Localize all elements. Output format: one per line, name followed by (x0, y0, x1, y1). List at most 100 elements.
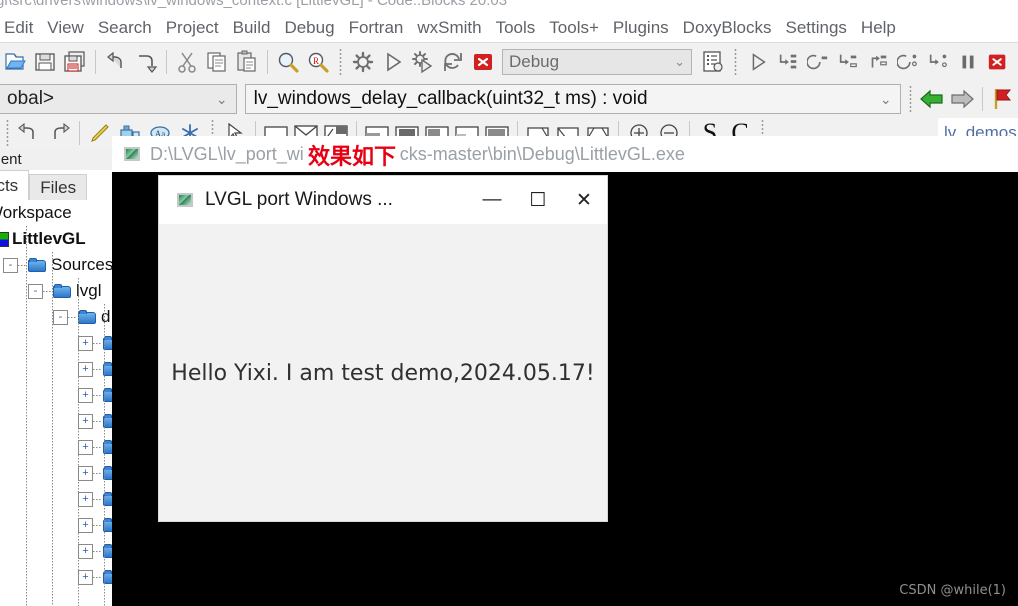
menu-item-tools-plus[interactable]: Tools+ (542, 18, 606, 38)
ide-title-text: gl\src\drivers\windows\lv_windows_contex… (0, 0, 508, 9)
expand-expander[interactable]: + (78, 517, 93, 533)
build-and-run-icon[interactable] (408, 46, 438, 78)
rebuild-icon[interactable] (438, 46, 468, 78)
menu-item-help[interactable]: Help (854, 18, 903, 38)
menu-item-plugins[interactable]: Plugins (606, 18, 676, 38)
menu-item-view[interactable]: View (40, 18, 91, 38)
debug-next-line-icon[interactable] (803, 46, 833, 78)
save-icon[interactable] (30, 46, 60, 78)
menu-item-wxsmith[interactable]: wxSmith (410, 18, 488, 38)
expand-expander[interactable]: + (78, 387, 93, 403)
tab-files[interactable]: Files (29, 174, 88, 200)
save-all-icon[interactable] (60, 46, 90, 78)
toolbar-grip[interactable] (906, 86, 914, 112)
toolbar-grip[interactable] (732, 49, 739, 75)
expand-expander[interactable]: + (78, 413, 93, 429)
menu-item-doxyblocks[interactable]: DoxyBlocks (676, 18, 779, 38)
collapse-expander[interactable]: - (3, 257, 18, 273)
scope-combo[interactable]: obal> ⌄ (0, 84, 237, 114)
function-combo[interactable]: lv_windows_delay_callback(uint32_t ms) :… (244, 84, 901, 114)
cut-icon[interactable] (172, 46, 202, 78)
forward-arrow-icon[interactable] (947, 83, 977, 115)
collapse-expander[interactable]: - (28, 283, 43, 299)
debug-step-out-icon[interactable] (863, 46, 893, 78)
abort-build-icon[interactable] (468, 46, 498, 78)
tree-item-child[interactable]: + (78, 434, 112, 460)
tree-connector (93, 550, 102, 552)
tree-item-child[interactable]: + (78, 356, 112, 382)
minimize-button[interactable]: — (469, 176, 515, 224)
menu-item-settings[interactable]: Settings (778, 18, 853, 38)
menu-item-build[interactable]: Build (226, 18, 278, 38)
debug-continue-icon[interactable] (743, 46, 773, 78)
tree-item-project[interactable]: LittlevGL (0, 226, 112, 252)
tree-item-child[interactable]: + (78, 486, 112, 512)
maximize-button[interactable]: ☐ (515, 176, 561, 224)
tree-item-workspace[interactable]: Workspace (0, 200, 112, 226)
toolbar-separator (95, 50, 96, 74)
tree-item-child[interactable]: + (78, 330, 112, 356)
management-panel: ement ects Files Workspace LittlevGL - S… (0, 148, 112, 606)
chevron-down-icon: ⌄ (215, 90, 228, 107)
back-arrow-icon[interactable] (918, 83, 948, 115)
tree-connector (93, 420, 102, 422)
select-target-icon[interactable] (698, 46, 728, 78)
close-button[interactable]: ✕ (561, 176, 607, 224)
collapse-expander[interactable]: - (53, 309, 68, 325)
expand-expander[interactable]: + (78, 439, 93, 455)
tree-connector (93, 342, 102, 344)
tree-item-child[interactable]: + (78, 538, 112, 564)
toolbar-separator (166, 50, 167, 74)
menu-item-fortran[interactable]: Fortran (342, 18, 411, 38)
debug-break-icon[interactable] (953, 46, 983, 78)
undo-icon[interactable] (101, 46, 131, 78)
tree-item-lvgl[interactable]: - lvgl (28, 278, 112, 304)
tab-projects[interactable]: ects (0, 170, 30, 200)
tree-item-child[interactable]: + (78, 564, 112, 590)
tree-guide-line (104, 304, 105, 606)
lvgl-titlebar[interactable]: LVGL port Windows ... — ☐ ✕ (159, 176, 607, 224)
tree-item-sources[interactable]: - Sources (3, 252, 112, 278)
expand-expander[interactable]: + (78, 491, 93, 507)
redo-icon[interactable] (131, 46, 161, 78)
console-titlebar[interactable]: D:\LVGL\lv_port_wi cks-master\bin\Debug\… (112, 136, 1018, 172)
menu-item-tools[interactable]: Tools (489, 18, 543, 38)
tree-item-child[interactable]: + (78, 382, 112, 408)
expand-expander[interactable]: + (78, 335, 93, 351)
debug-stop-icon[interactable] (983, 46, 1013, 78)
tree-item-child[interactable]: + (78, 408, 112, 434)
undo-icon[interactable] (14, 120, 44, 146)
tree-item-child[interactable]: + (78, 460, 112, 486)
run-icon[interactable] (378, 46, 408, 78)
function-combo-value: lv_windows_delay_callback(uint32_t ms) :… (253, 88, 648, 109)
bookmark-flag-icon[interactable] (988, 83, 1018, 115)
debug-step-into-instruction-icon[interactable] (923, 46, 953, 78)
menu-item-search[interactable]: Search (91, 18, 159, 38)
toolbar-grip[interactable] (0, 120, 14, 146)
menu-item-edit[interactable]: Edit (0, 18, 40, 38)
toolbar-separator (79, 121, 80, 145)
menu-item-debug[interactable]: Debug (277, 18, 341, 38)
debug-step-into-icon[interactable] (833, 46, 863, 78)
expand-expander[interactable]: + (78, 569, 93, 585)
tree-item-child[interactable]: + (78, 512, 112, 538)
find-replace-icon[interactable]: R (303, 46, 333, 78)
open-file-icon[interactable] (0, 46, 30, 78)
chevron-down-icon: ⌄ (674, 54, 685, 69)
pencil-icon[interactable] (85, 120, 115, 146)
paste-icon[interactable] (232, 46, 262, 78)
tree-guide-line (26, 226, 27, 606)
debug-next-instruction-icon[interactable] (893, 46, 923, 78)
redo-icon[interactable] (44, 120, 74, 146)
menu-item-project[interactable]: Project (159, 18, 226, 38)
debug-run-to-cursor-icon[interactable] (773, 46, 803, 78)
expand-expander[interactable]: + (78, 543, 93, 559)
copy-icon[interactable] (202, 46, 232, 78)
toolbar-grip[interactable] (337, 49, 344, 75)
toolbar-separator (267, 50, 268, 74)
expand-expander[interactable]: + (78, 361, 93, 377)
build-icon[interactable] (348, 46, 378, 78)
expand-expander[interactable]: + (78, 465, 93, 481)
build-target-combo[interactable]: Debug ⌄ (502, 49, 692, 75)
find-icon[interactable] (273, 46, 303, 78)
